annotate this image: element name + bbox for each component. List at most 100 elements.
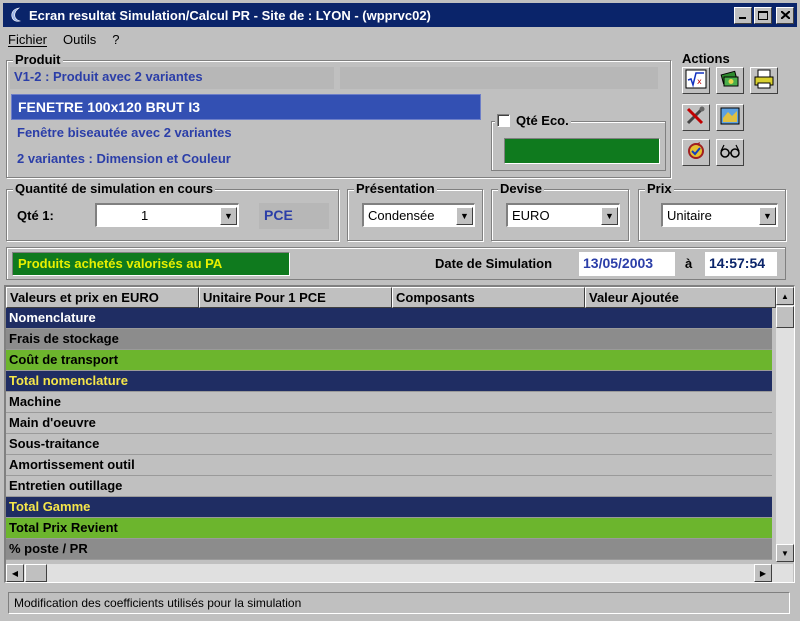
scroll-up-button[interactable]: ▲ xyxy=(776,287,794,305)
qte-eco-value xyxy=(504,138,660,164)
quantite-unit-text: PCE xyxy=(264,207,293,223)
chevron-down-icon[interactable]: ▼ xyxy=(601,206,618,225)
tools-button[interactable] xyxy=(682,104,710,131)
status-bar: Modification des coefficients utilisés p… xyxy=(8,592,790,614)
date-value: 13/05/2003 xyxy=(583,255,654,271)
prix-select[interactable]: Unitaire ▼ xyxy=(661,203,778,227)
printer-icon xyxy=(753,69,775,92)
prix-value: Unitaire xyxy=(667,208,712,223)
grid-header: Valeurs et prix en EURO Unitaire Pour 1 … xyxy=(6,287,776,308)
map-button[interactable] xyxy=(716,104,744,131)
presentation-group-title: Présentation xyxy=(354,181,437,196)
column-header[interactable]: Valeurs et prix en EURO xyxy=(6,287,199,308)
main-window: Ecran resultat Simulation/Calcul PR - Si… xyxy=(0,0,800,621)
qte-eco-checkbox[interactable] xyxy=(497,114,510,127)
table-row[interactable]: Sous-traitance xyxy=(6,434,772,455)
table-row[interactable]: % poste / PR xyxy=(6,539,772,560)
produit-reference-text: FENETRE 100x120 BRUT I3 xyxy=(18,99,201,115)
scroll-left-button[interactable]: ◀ xyxy=(6,564,24,582)
refresh-button[interactable] xyxy=(682,139,710,166)
time-value: 14:57:54 xyxy=(709,255,766,271)
valorisation-badge: Produits achetés valorisés au PA xyxy=(12,252,290,276)
column-header[interactable]: Valeur Ajoutée xyxy=(585,287,776,308)
devise-group-title: Devise xyxy=(498,181,544,196)
table-row[interactable]: Total Gamme xyxy=(6,497,772,518)
refresh-icon xyxy=(685,141,707,164)
chevron-down-icon[interactable]: ▼ xyxy=(456,206,473,225)
presentation-select[interactable]: Condensée ▼ xyxy=(362,203,475,227)
devise-value: EURO xyxy=(512,208,550,223)
table-row[interactable]: Entretien outillage xyxy=(6,476,772,497)
scroll-right-button[interactable]: ▶ xyxy=(754,564,772,582)
produit-group: Produit V1-2 : Produit avec 2 variantes … xyxy=(6,52,671,178)
actions-group: Actions x xyxy=(676,51,786,178)
print-button[interactable] xyxy=(750,67,778,94)
actions-title: Actions xyxy=(682,51,730,66)
time-field: 14:57:54 xyxy=(705,252,777,276)
title-bar[interactable]: Ecran resultat Simulation/Calcul PR - Si… xyxy=(3,3,797,27)
scroll-down-button[interactable]: ▼ xyxy=(776,544,794,562)
prix-group-title: Prix xyxy=(645,181,674,196)
menu-bar: Fichier Outils ? xyxy=(6,30,121,50)
results-grid[interactable]: Valeurs et prix en EURO Unitaire Pour 1 … xyxy=(4,285,795,583)
devise-select[interactable]: EURO ▼ xyxy=(506,203,620,227)
produit-group-title: Produit xyxy=(13,52,63,67)
quantite-select[interactable]: 1 ▼ xyxy=(95,203,239,227)
grid-rows: Nomenclature Frais de stockage Coût de tra… xyxy=(6,308,772,560)
valorisation-text: Produits achetés valorisés au PA xyxy=(18,256,223,271)
table-row[interactable]: Total Prix Revient xyxy=(6,518,772,539)
qte-eco-checkbox-row[interactable]: Qté Eco. xyxy=(495,113,571,128)
quantite-value: 1 xyxy=(141,208,149,223)
a-label: à xyxy=(685,256,693,271)
qte-eco-label: Qté Eco. xyxy=(516,113,569,128)
glasses-button[interactable] xyxy=(716,139,744,166)
devise-group: Devise EURO ▼ xyxy=(491,181,629,241)
close-button[interactable] xyxy=(776,6,794,24)
prix-group: Prix Unitaire ▼ xyxy=(638,181,786,241)
sqrt-calc-button[interactable]: x xyxy=(682,67,710,94)
sqrt-calc-icon: x xyxy=(685,69,707,92)
date-field: 13/05/2003 xyxy=(579,252,675,276)
table-row[interactable]: Amortissement outil xyxy=(6,455,772,476)
app-icon xyxy=(7,6,25,24)
maximize-button[interactable] xyxy=(754,6,772,24)
map-icon xyxy=(719,106,741,129)
table-row[interactable]: Nomenclature xyxy=(6,308,772,329)
quantite-unit: PCE xyxy=(259,203,329,229)
minimize-button[interactable] xyxy=(734,6,752,24)
produit-code-extra xyxy=(340,67,658,89)
money-button[interactable] xyxy=(716,67,744,94)
presentation-value: Condensée xyxy=(368,208,435,223)
vertical-scrollbar[interactable]: ▲ ▼ xyxy=(776,287,794,562)
menu-fichier[interactable]: Fichier xyxy=(6,30,49,50)
presentation-group: Présentation Condensée ▼ xyxy=(347,181,483,241)
produit-code-text: V1-2 : Produit avec 2 variantes xyxy=(14,69,203,84)
column-header[interactable]: Composants xyxy=(392,287,585,308)
window-title: Ecran resultat Simulation/Calcul PR - Si… xyxy=(29,7,431,23)
produit-reference-field: FENETRE 100x120 BRUT I3 xyxy=(11,94,481,120)
horizontal-scrollbar[interactable]: ◀ ▶ xyxy=(6,564,793,582)
table-row[interactable]: Machine xyxy=(6,392,772,413)
column-header[interactable]: Unitaire Pour 1 PCE xyxy=(199,287,392,308)
produit-code-line: V1-2 : Produit avec 2 variantes xyxy=(10,67,334,89)
table-row[interactable]: Coût de transport xyxy=(6,350,772,371)
table-row[interactable]: Main d'oeuvre xyxy=(6,413,772,434)
quantite-group-title: Quantité de simulation en cours xyxy=(13,181,215,196)
scroll-thumb[interactable] xyxy=(25,564,47,582)
table-row[interactable]: Frais de stockage xyxy=(6,329,772,350)
info-bar: Produits achetés valorisés au PA Date de… xyxy=(6,247,786,280)
scroll-thumb[interactable] xyxy=(776,306,794,328)
table-row[interactable]: Total nomenclature xyxy=(6,371,772,392)
produit-description: Fenêtre biseautée avec 2 variantes xyxy=(17,125,232,140)
menu-outils[interactable]: Outils xyxy=(61,30,98,50)
glasses-icon xyxy=(719,141,741,164)
qte-eco-box: Qté Eco. xyxy=(491,113,666,171)
produit-variantes: 2 variantes : Dimension et Couleur xyxy=(17,151,231,166)
status-text: Modification des coefficients utilisés p… xyxy=(14,596,302,610)
quantite-group: Quantité de simulation en cours Qté 1: 1… xyxy=(6,181,339,241)
chevron-down-icon[interactable]: ▼ xyxy=(220,206,237,225)
chevron-down-icon[interactable]: ▼ xyxy=(759,206,776,225)
menu-help[interactable]: ? xyxy=(110,30,121,50)
svg-text:x: x xyxy=(697,77,702,86)
money-icon xyxy=(719,69,741,92)
